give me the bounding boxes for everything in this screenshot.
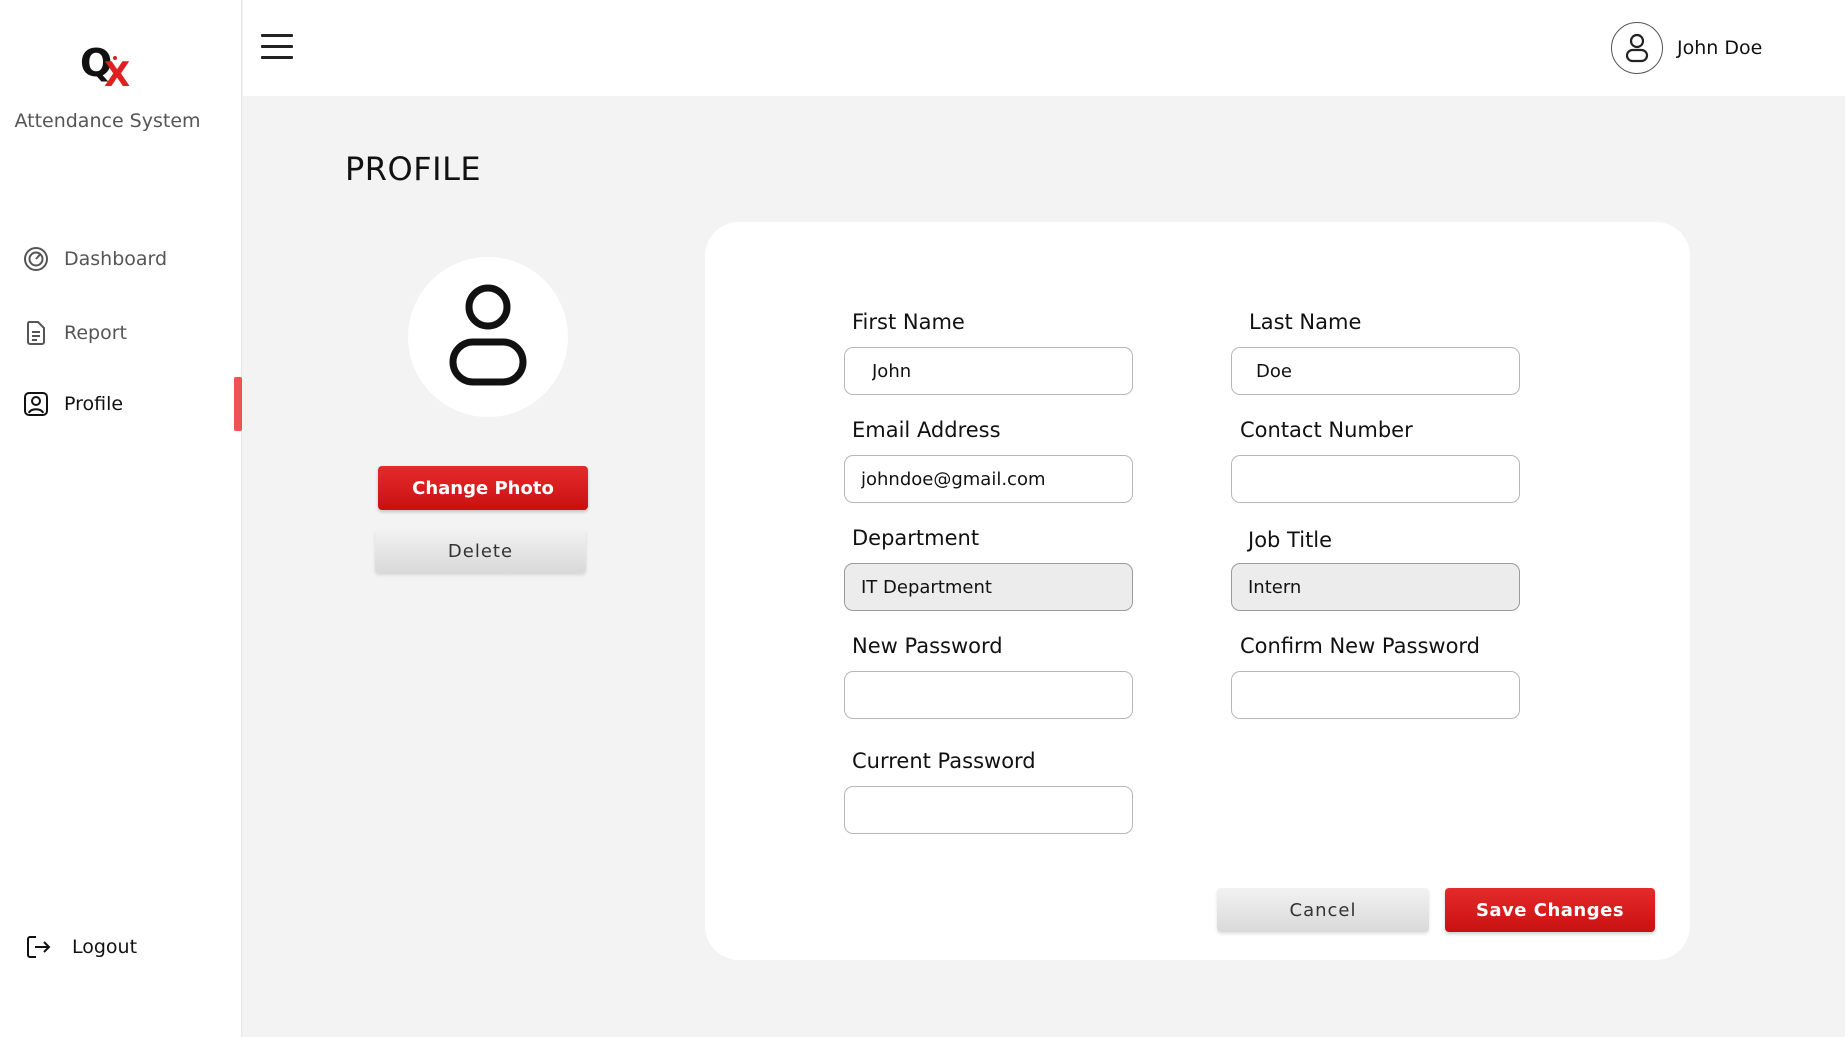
email-label: Email Address [852,418,1001,442]
confirm-password-label: Confirm New Password [1240,634,1481,658]
job-title-field [1231,563,1520,611]
confirm-password-field[interactable] [1231,671,1520,719]
logout-icon [24,933,52,961]
active-nav-indicator [234,377,242,431]
current-password-field[interactable] [844,786,1133,834]
sidebar-item-label: Dashboard [64,248,168,270]
cancel-button[interactable]: Cancel [1217,888,1429,932]
page-title: PROFILE [345,150,482,188]
speedometer-icon [22,245,50,273]
profile-form-card: First Name Last Name Email Address Conta… [705,222,1690,960]
first-name-field[interactable] [844,347,1133,395]
sidebar-item-report[interactable]: Report [22,316,127,350]
department-field [844,563,1133,611]
app-name: Attendance System [14,110,201,132]
last-name-label: Last Name [1249,310,1362,334]
department-label: Department [852,526,980,550]
change-photo-button[interactable]: Change Photo [378,466,588,510]
top-header: John Doe [243,0,1845,96]
new-password-label: New Password [852,634,1003,658]
menu-icon[interactable] [261,34,295,62]
app-logo: QX [80,41,131,95]
logout-label: Logout [72,936,138,958]
user-name: John Doe [1677,37,1763,59]
job-title-label: Job Title [1248,528,1333,552]
contact-number-field[interactable] [1231,455,1520,503]
last-name-field[interactable] [1231,347,1520,395]
user-badge-icon [22,390,50,418]
email-field[interactable] [844,455,1133,503]
logout-button[interactable]: Logout [24,930,137,964]
sidebar: QX Attendance System Dashboard Report Pr… [0,0,242,1037]
new-password-field[interactable] [844,671,1133,719]
user-icon [448,283,528,391]
delete-photo-button[interactable]: Delete [375,529,586,573]
sidebar-item-profile[interactable]: Profile [22,387,123,421]
first-name-label: First Name [852,310,965,334]
sidebar-item-label: Profile [64,393,124,415]
user-menu[interactable]: John Doe [1611,22,1762,74]
document-icon [22,319,50,347]
user-avatar-icon [1611,22,1663,74]
current-password-label: Current Password [852,749,1036,773]
sidebar-item-dashboard[interactable]: Dashboard [22,242,167,276]
contact-number-label: Contact Number [1240,418,1413,442]
sidebar-item-label: Report [64,322,127,344]
profile-avatar [408,257,568,417]
save-changes-button[interactable]: Save Changes [1445,888,1655,932]
